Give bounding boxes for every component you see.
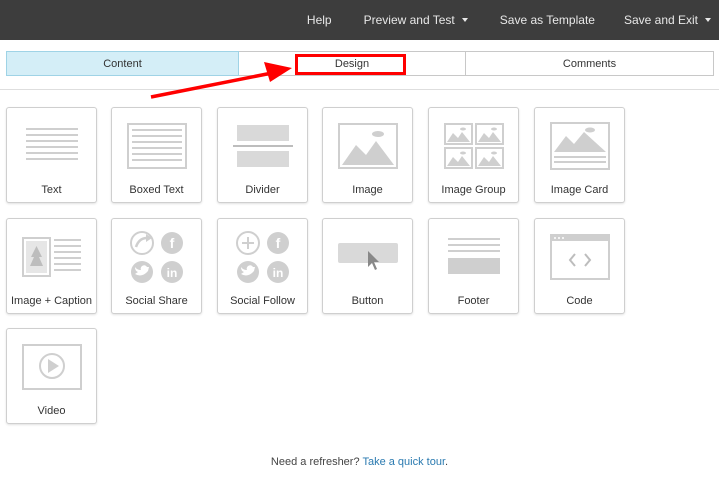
tab-design[interactable]: Design bbox=[239, 51, 466, 76]
help-link[interactable]: Help bbox=[293, 13, 346, 27]
top-nav: Help Preview and Test Save as Template S… bbox=[293, 0, 719, 40]
tab-content[interactable]: Content bbox=[6, 51, 239, 76]
block-label: Divider bbox=[245, 184, 280, 196]
boxed-text-icon bbox=[112, 118, 201, 174]
editor-tabs: Content Design Comments bbox=[6, 51, 714, 76]
block-label: Button bbox=[351, 295, 384, 307]
block-label: Text bbox=[41, 184, 62, 196]
image-icon bbox=[323, 118, 412, 174]
block-label: Social Share bbox=[125, 295, 188, 307]
text-block-icon bbox=[7, 118, 96, 174]
svg-text:in: in bbox=[166, 266, 177, 280]
tab-comments-label: Comments bbox=[562, 57, 617, 70]
image-caption-icon bbox=[7, 229, 96, 285]
block-label: Boxed Text bbox=[129, 184, 184, 196]
block-code[interactable]: Code bbox=[534, 218, 625, 314]
svg-text:f: f bbox=[169, 235, 174, 251]
preview-label: Preview and Test bbox=[363, 13, 455, 27]
save-and-exit-menu[interactable]: Save and Exit bbox=[609, 13, 719, 27]
block-label: Social Follow bbox=[230, 295, 295, 307]
social-follow-icon: f in bbox=[218, 229, 307, 285]
block-social-share[interactable]: f in Social Share bbox=[111, 218, 202, 314]
section-divider bbox=[0, 89, 719, 90]
refresher-footer: Need a refresher? Take a quick tour. bbox=[0, 456, 719, 468]
block-label: Image Group bbox=[441, 184, 506, 196]
block-video[interactable]: Video bbox=[6, 328, 97, 424]
tab-design-label: Design bbox=[334, 57, 370, 70]
block-label: Video bbox=[37, 405, 66, 417]
block-text[interactable]: Text bbox=[6, 107, 97, 203]
image-card-icon bbox=[535, 118, 624, 174]
refresher-text: Need a refresher? bbox=[270, 456, 360, 468]
block-label: Image bbox=[352, 184, 383, 196]
footer-block-icon bbox=[429, 229, 518, 285]
block-divider[interactable]: Divider bbox=[217, 107, 308, 203]
block-image-caption[interactable]: Image + Caption bbox=[6, 218, 97, 314]
svg-text:f: f bbox=[275, 235, 280, 251]
block-image-card[interactable]: Image Card bbox=[534, 107, 625, 203]
help-label: Help bbox=[306, 13, 332, 27]
svg-text:in: in bbox=[272, 266, 283, 280]
save-as-template-button[interactable]: Save as Template bbox=[482, 13, 609, 27]
chevron-down-icon bbox=[461, 18, 468, 22]
save-template-label: Save as Template bbox=[499, 13, 595, 27]
save-exit-label: Save and Exit bbox=[623, 13, 698, 27]
block-label: Footer bbox=[457, 295, 490, 307]
tab-content-label: Content bbox=[103, 57, 142, 70]
image-group-icon bbox=[429, 118, 518, 174]
chevron-down-icon bbox=[705, 18, 711, 22]
block-label: Image Card bbox=[550, 184, 609, 196]
block-social-follow[interactable]: f in Social Follow bbox=[217, 218, 308, 314]
block-image[interactable]: Image bbox=[322, 107, 413, 203]
divider-icon bbox=[218, 118, 307, 174]
code-icon bbox=[535, 229, 624, 285]
preview-and-test-menu[interactable]: Preview and Test bbox=[346, 13, 482, 27]
refresher-period: . bbox=[445, 456, 449, 468]
social-share-icon: f in bbox=[112, 229, 201, 285]
block-label: Image + Caption bbox=[10, 295, 93, 307]
block-footer[interactable]: Footer bbox=[428, 218, 519, 314]
button-block-icon bbox=[323, 229, 412, 285]
block-image-group[interactable]: Image Group bbox=[428, 107, 519, 203]
top-bar: Help Preview and Test Save as Template S… bbox=[0, 0, 719, 40]
tab-comments[interactable]: Comments bbox=[466, 51, 714, 76]
block-boxed-text[interactable]: Boxed Text bbox=[111, 107, 202, 203]
video-icon bbox=[7, 339, 96, 395]
block-label: Code bbox=[566, 295, 593, 307]
block-button[interactable]: Button bbox=[322, 218, 413, 314]
quick-tour-link[interactable]: Take a quick tour bbox=[362, 456, 445, 468]
